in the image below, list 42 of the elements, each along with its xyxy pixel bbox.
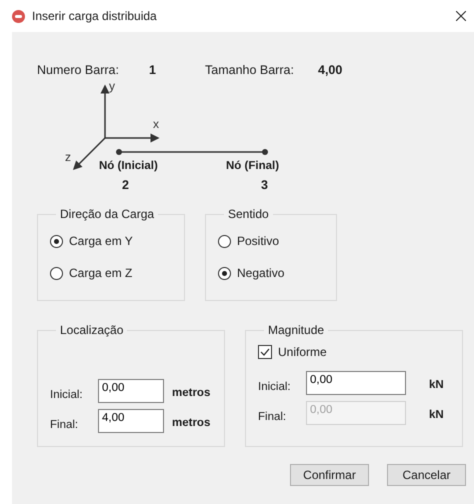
input-field[interactable]: 4,00 (98, 409, 164, 433)
dialog-button[interactable]: Cancelar (387, 464, 466, 486)
dialog-button[interactable]: Confirmar (290, 464, 369, 486)
axis-label: z (65, 150, 71, 164)
radio-button[interactable] (218, 266, 231, 280)
field-label: Inicial: (50, 388, 84, 401)
radio-button[interactable] (50, 234, 63, 248)
bar-number: 1 (149, 63, 157, 77)
input-field[interactable]: 0,00 (98, 379, 164, 403)
checkbox[interactable] (258, 345, 272, 359)
axis-label: x (153, 117, 159, 131)
bar-length: 4,00 (318, 63, 344, 77)
node-number: 3 (261, 178, 268, 192)
group-title: Magnitude (267, 323, 326, 337)
field-label: Final: (50, 418, 80, 431)
check-icon (260, 348, 270, 356)
unit-label: metros (172, 416, 210, 429)
field-label: Final: (258, 410, 288, 423)
input-field[interactable]: 0,00 (306, 371, 406, 395)
close-icon[interactable] (456, 11, 466, 21)
node-number: 2 (122, 178, 129, 192)
axis-label: y (109, 79, 115, 93)
radio-label: Negativo (237, 266, 284, 280)
bar-length-label: Tamanho Barra: (205, 63, 295, 77)
group-title: Direção da Carga (59, 207, 156, 221)
bar-number-label: Numero Barra: (37, 63, 120, 77)
group-title: Sentido (227, 207, 270, 221)
app-icon (12, 10, 25, 22)
field-label: Inicial: (258, 380, 292, 393)
unit-label: kN (429, 408, 444, 421)
window-title: Inserir carga distribuida (32, 9, 158, 23)
node-label: Nó (Final) (226, 160, 280, 172)
unit-label: kN (429, 378, 444, 391)
radio-label: Carga em Z (69, 266, 132, 280)
node-label: Nó (Inicial) (99, 160, 158, 172)
group-title: Localização (59, 323, 124, 337)
radio-label: Carga em Y (69, 234, 133, 248)
radio-label: Positivo (237, 234, 280, 248)
radio-button[interactable] (218, 234, 231, 248)
unit-label: metros (172, 386, 210, 399)
radio-button[interactable] (50, 266, 63, 280)
checkbox-label: Uniforme (278, 345, 327, 359)
